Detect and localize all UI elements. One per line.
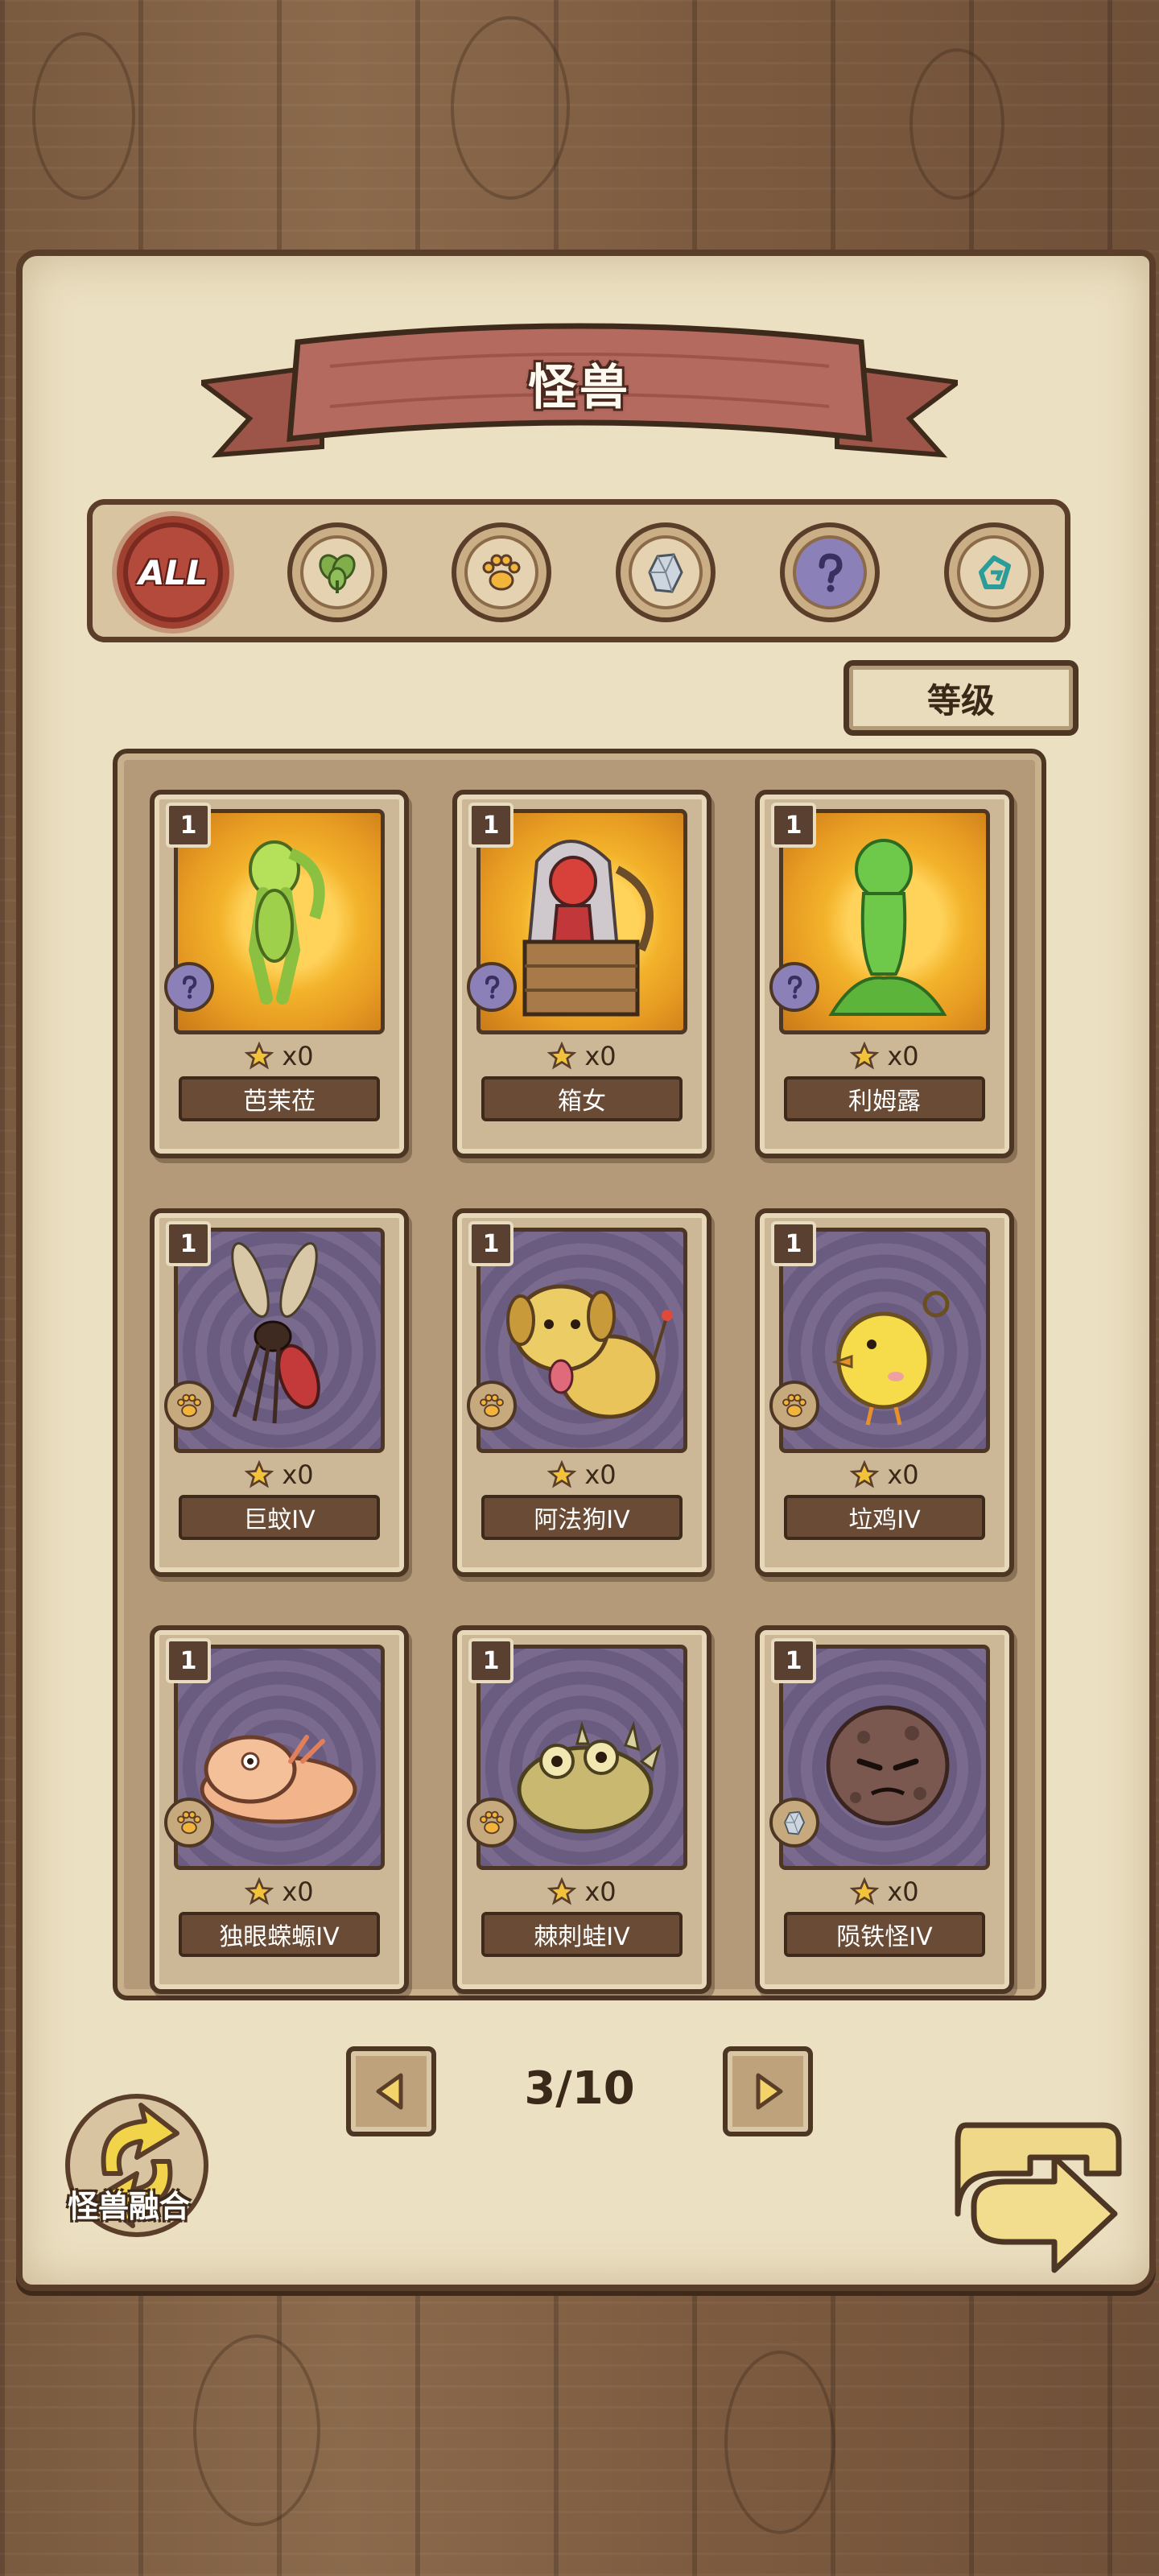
star-count-value: x0 xyxy=(584,1876,617,1907)
filter-all-label: ALL xyxy=(138,552,208,592)
star-icon xyxy=(245,1042,274,1070)
type-question-icon xyxy=(164,962,214,1012)
monster-name: 陨铁怪IV xyxy=(784,1912,985,1957)
level-badge: 1 xyxy=(166,803,211,848)
level-badge: 1 xyxy=(771,1638,816,1683)
next-page-button[interactable] xyxy=(723,2046,813,2136)
star-count: x0 xyxy=(457,1455,707,1495)
back-button[interactable] xyxy=(942,2109,1135,2286)
wood-knot xyxy=(32,32,135,200)
monster-name: 垃鸡IV xyxy=(784,1495,985,1540)
star-count-value: x0 xyxy=(887,1041,919,1071)
type-paw-icon xyxy=(467,1798,517,1847)
arrow-right-icon xyxy=(756,2073,783,2110)
level-badge: 1 xyxy=(771,1221,816,1266)
type-paw-icon xyxy=(164,1381,214,1430)
page-title: 怪兽 xyxy=(528,360,631,416)
filter-mineral-button[interactable] xyxy=(616,522,716,622)
leaf-icon xyxy=(319,554,356,593)
star-count: x0 xyxy=(155,1036,404,1076)
wood-knot xyxy=(724,2351,835,2534)
question-icon xyxy=(819,553,843,592)
filter-all-button[interactable]: ALL xyxy=(123,522,223,622)
paw-icon xyxy=(482,554,521,591)
star-icon xyxy=(850,1877,880,1905)
star-count: x0 xyxy=(457,1036,707,1076)
type-paw-icon xyxy=(769,1381,819,1430)
level-badge: 1 xyxy=(468,1221,514,1266)
monster-card[interactable]: 1 x0 棘刺蛙IV xyxy=(452,1625,711,1994)
star-icon xyxy=(547,1460,577,1488)
monster-card[interactable]: 1 x0 箱女 xyxy=(452,790,711,1158)
star-count-value: x0 xyxy=(282,1041,314,1071)
star-count-value: x0 xyxy=(584,1459,617,1490)
arrow-left-icon xyxy=(376,2073,403,2110)
level-badge: 1 xyxy=(468,1638,514,1683)
star-icon xyxy=(245,1460,274,1488)
monster-card[interactable]: 1 x0 陨铁怪IV xyxy=(755,1625,1014,1994)
fusion-label: 怪兽融合 xyxy=(67,2189,190,2224)
wood-knot xyxy=(909,48,1004,200)
sort-label: 等级 xyxy=(926,680,995,720)
return-arrow-icon xyxy=(955,2122,1122,2273)
star-count-value: x0 xyxy=(584,1041,617,1071)
star-icon xyxy=(547,1877,577,1905)
monster-grid: 1 x0 芭茉莅 1 x0 箱女 1 x0 利姆露 1 x0 巨蚊IV 1 x0… xyxy=(113,749,1046,2000)
monster-name: 阿法狗IV xyxy=(481,1495,683,1540)
star-count-value: x0 xyxy=(887,1876,919,1907)
sort-by-level-button[interactable]: 等级 xyxy=(843,660,1079,736)
monster-name: 箱女 xyxy=(481,1076,683,1121)
monster-card[interactable]: 1 x0 利姆露 xyxy=(755,790,1014,1158)
monster-name: 棘刺蛙IV xyxy=(481,1912,683,1957)
level-badge: 1 xyxy=(771,803,816,848)
star-icon xyxy=(850,1042,880,1070)
title-banner: 怪兽 xyxy=(201,318,958,479)
star-count: x0 xyxy=(155,1872,404,1912)
star-count-value: x0 xyxy=(282,1459,314,1490)
star-count-value: x0 xyxy=(282,1876,314,1907)
star-icon xyxy=(850,1460,880,1488)
star-icon xyxy=(547,1042,577,1070)
level-badge: 1 xyxy=(166,1638,211,1683)
type-question-icon xyxy=(467,962,517,1012)
star-count: x0 xyxy=(155,1455,404,1495)
monster-card[interactable]: 1 x0 巨蚊IV xyxy=(150,1208,409,1577)
filter-beast-button[interactable] xyxy=(452,522,551,622)
monster-name: 芭茉莅 xyxy=(179,1076,380,1121)
wood-knot xyxy=(451,16,570,200)
category-filter-bar: ALL xyxy=(87,499,1070,642)
filter-machine-button[interactable] xyxy=(944,522,1044,622)
star-count: x0 xyxy=(760,1455,1009,1495)
type-paw-icon xyxy=(164,1798,214,1847)
star-count: x0 xyxy=(760,1872,1009,1912)
prev-page-button[interactable] xyxy=(346,2046,436,2136)
star-count-value: x0 xyxy=(887,1459,919,1490)
gear-icon xyxy=(979,555,1011,589)
type-paw-icon xyxy=(467,1381,517,1430)
crystal-icon xyxy=(648,553,683,593)
type-crystal-icon xyxy=(769,1798,819,1847)
level-badge: 1 xyxy=(166,1221,211,1266)
monster-card[interactable]: 1 x0 垃鸡IV xyxy=(755,1208,1014,1577)
monster-card[interactable]: 1 x0 独眼蝾螈IV xyxy=(150,1625,409,1994)
wood-knot xyxy=(193,2334,320,2526)
filter-unknown-button[interactable] xyxy=(780,522,880,622)
page-indicator: 3/10 xyxy=(524,2062,635,2115)
type-question-icon xyxy=(769,962,819,1012)
monster-card[interactable]: 1 x0 芭茉莅 xyxy=(150,790,409,1158)
monster-name: 独眼蝾螈IV xyxy=(179,1912,380,1957)
filter-plant-button[interactable] xyxy=(287,522,387,622)
star-count: x0 xyxy=(760,1036,1009,1076)
level-badge: 1 xyxy=(468,803,514,848)
star-icon xyxy=(245,1877,274,1905)
star-count: x0 xyxy=(457,1872,707,1912)
monster-card[interactable]: 1 x0 阿法狗IV xyxy=(452,1208,711,1577)
monster-name: 巨蚊IV xyxy=(179,1495,380,1540)
monster-name: 利姆露 xyxy=(784,1076,985,1121)
